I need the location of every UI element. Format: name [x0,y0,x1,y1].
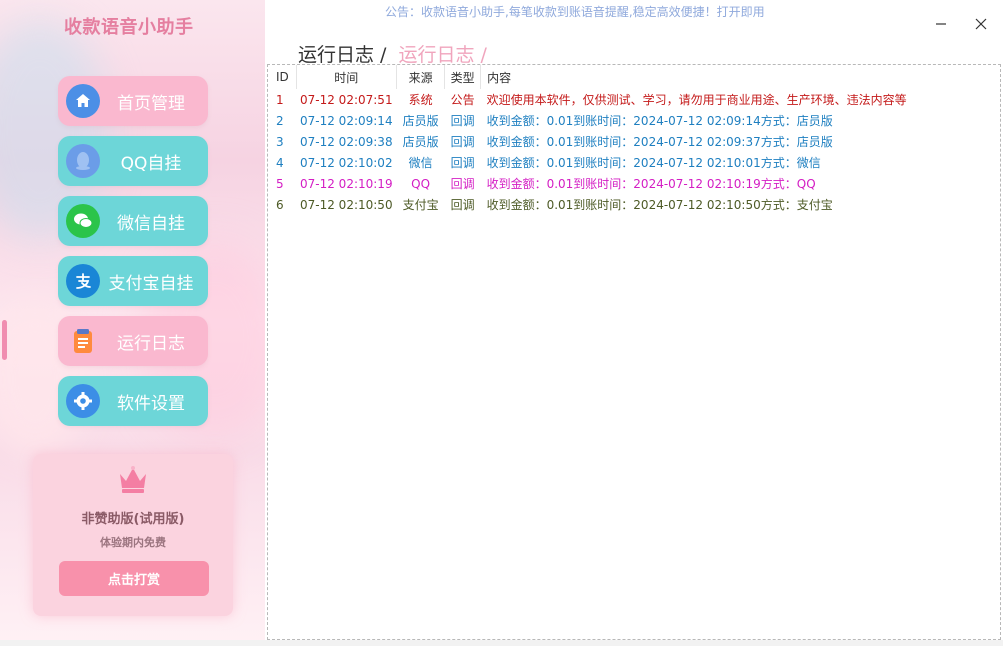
breadcrumb-sub[interactable]: 运行日志 / [399,44,487,66]
clipboard-icon [66,324,100,358]
donate-card: 非赞助版(试用版) 体验期内免费 点击打赏 [33,454,233,616]
log-cell-source: QQ [411,176,431,191]
log-cell-source: 系统 [408,93,433,107]
gear-icon [66,384,100,418]
log-row[interactable]: 6 07-12 02:10:50 支付宝 回调 收到金额：0.01到账时间：2024-0… [268,194,911,215]
sidebar-active-indicator [2,320,7,360]
nav-log-label: 运行日志 [117,333,185,354]
close-button[interactable] [969,12,993,36]
log-row[interactable]: 4 07-12 02:10:02 微信 回调 收到金额：0.01到账时间：2024-07… [268,152,911,173]
log-cell-content: 收到金额：0.01到账时间：2024-07-12 02:10:50方式：支付宝 [486,198,833,212]
home-icon [66,84,100,118]
log-cell-content: 收到金额：0.01到账时间：2024-07-12 02:10:01方式：微信 [486,156,821,170]
log-cell-id: 4 [276,155,284,170]
log-cell-type: 公告 [450,93,475,107]
breadcrumb: 运行日志 / 运行日志 / [298,40,487,67]
nav-wechat-label: 微信自挂 [117,213,185,234]
col-type-header[interactable]: 类型 [444,65,482,89]
log-cell-type: 回调 [450,177,475,191]
log-cell-time: 07-12 02:10:02 [300,155,393,170]
alipay-icon [66,264,100,298]
col-time-header[interactable]: 时间 [296,65,398,89]
log-cell-time: 07-12 02:07:51 [300,92,393,107]
log-cell-content: 收到金额：0.01到账时间：2024-07-12 02:10:19方式：QQ [486,177,816,191]
log-cell-type: 回调 [450,198,475,212]
log-cell-time: 07-12 02:09:14 [300,113,393,128]
nav-qq-label: QQ自挂 [120,153,182,174]
log-cell-id: 1 [276,92,284,107]
log-table: ID 时间 来源 类型 内容 1 07-12 02:07:51 系统 公告 欢迎使用本软… [268,65,911,215]
log-cell-content: 欢迎使用本软件，仅供测试、学习，请勿用于商业用途、生产环境、违法内容等 [486,93,907,107]
col-id-header[interactable]: ID [268,65,297,89]
nav-home[interactable]: 首页管理 [58,76,208,126]
nav-settings[interactable]: 软件设置 [58,376,208,426]
log-row[interactable]: 1 07-12 02:07:51 系统 公告 欢迎使用本软件，仅供测试、学习，请勿用于商… [268,89,911,110]
nav-alipay-label: 支付宝自挂 [108,273,194,294]
nav-qq[interactable]: QQ自挂 [58,136,208,186]
log-header-row: ID 时间 来源 类型 内容 [268,65,911,89]
trial-label: 体验期内免费 [100,536,166,549]
minimize-button[interactable] [929,12,953,36]
log-cell-type: 回调 [450,156,475,170]
log-cell-source: 店员版 [402,135,439,149]
log-row[interactable]: 2 07-12 02:09:14 店员版 回调 收到金额：0.01到账时间：2024-0… [268,110,911,131]
nav-settings-label: 软件设置 [117,393,185,414]
nav-log[interactable]: 运行日志 [58,316,208,366]
crown-icon [117,464,149,498]
log-cell-source: 店员版 [402,114,439,128]
log-cell-content: 收到金额：0.01到账时间：2024-07-12 02:09:14方式：店员版 [486,114,833,128]
bottom-edge [0,640,1003,646]
log-cell-id: 2 [276,113,284,128]
log-cell-time: 07-12 02:10:19 [300,176,393,191]
sidebar: 收款语音小助手 首页管理 QQ自挂 微信自挂 支付宝自挂 运行日志 软件设置 非… [0,0,265,646]
close-icon [975,18,987,30]
log-cell-content: 收到金额：0.01到账时间：2024-07-12 02:09:37方式：店员版 [486,135,833,149]
breadcrumb-current: 运行日志 / [298,44,387,66]
app-title: 收款语音小助手 [64,17,194,38]
log-cell-type: 回调 [450,135,475,149]
col-source-header[interactable]: 来源 [396,65,446,89]
log-row[interactable]: 3 07-12 02:09:38 店员版 回调 收到金额：0.01到账时间：2024-0… [268,131,911,152]
log-cell-source: 微信 [408,156,433,170]
log-cell-time: 07-12 02:10:50 [300,197,393,212]
qq-icon [66,144,100,178]
wechat-icon [66,204,100,238]
log-row[interactable]: 5 07-12 02:10:19 QQ 回调 收到金额：0.01到账时间：2024-07… [268,173,911,194]
col-content-header[interactable]: 内容 [481,65,911,89]
nav-home-label: 首页管理 [117,93,185,114]
log-cell-time: 07-12 02:09:38 [300,134,393,149]
log-cell-type: 回调 [450,114,475,128]
nav-wechat[interactable]: 微信自挂 [58,196,208,246]
notice-bar: 公告：收款语音小助手,每笔收款到账语音提醒,稳定高效便捷！打开即用 [385,5,765,19]
version-label: 非赞助版(试用版) [81,512,185,527]
log-panel: ID 时间 来源 类型 内容 1 07-12 02:07:51 系统 公告 欢迎使用本软… [267,64,1001,640]
log-cell-source: 支付宝 [402,198,439,212]
log-cell-id: 6 [276,197,284,212]
log-cell-id: 5 [276,176,284,191]
nav-alipay[interactable]: 支付宝自挂 [58,256,208,306]
donate-button[interactable]: 点击打赏 [59,561,209,596]
minimize-icon [936,23,946,25]
log-cell-id: 3 [276,134,284,149]
